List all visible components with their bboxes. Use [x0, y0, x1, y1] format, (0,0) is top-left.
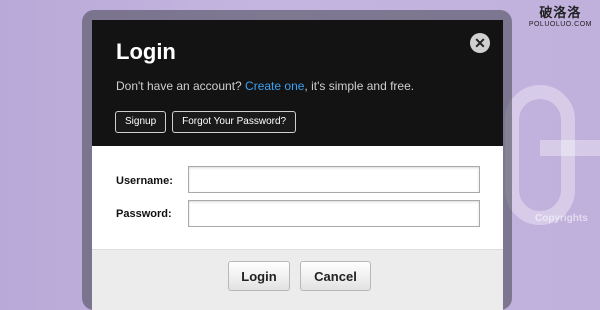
username-input[interactable] — [188, 166, 480, 193]
header-button-group: Signup Forgot Your Password? — [115, 111, 297, 133]
background-bar — [540, 140, 600, 156]
dialog-form: Username: Password: — [92, 146, 503, 249]
create-account-link[interactable]: Create one — [245, 79, 304, 93]
signup-button[interactable]: Signup — [115, 111, 167, 133]
watermark-site-name: 破洛洛 — [539, 5, 582, 20]
subtitle-text-start: Don't have an account? — [116, 79, 246, 93]
dialog-header: Login ✕ Don't have an account? Create on… — [92, 20, 503, 146]
cancel-button[interactable]: Cancel — [300, 261, 371, 291]
footer-button-group: Login Cancel — [228, 261, 371, 291]
forgot-password-button[interactable]: Forgot Your Password? — [172, 111, 297, 133]
dialog-footer: Login Cancel — [92, 249, 503, 310]
password-label: Password: — [116, 208, 172, 220]
username-label: Username: — [116, 175, 173, 187]
dialog-title: Login — [116, 39, 176, 64]
watermark-site-url: POLUOLUO.COM — [528, 21, 592, 28]
login-dialog: Login ✕ Don't have an account? Create on… — [92, 20, 503, 310]
close-icon[interactable]: ✕ — [470, 33, 490, 53]
watermark-logo: 破洛洛 POLUOLUO.COM — [529, 6, 592, 28]
background-text: Copyrights — [535, 213, 588, 224]
subtitle-text-end: , it's simple and free. — [304, 79, 415, 93]
dialog-subtitle: Don't have an account? Create one, it's … — [116, 79, 414, 93]
login-button[interactable]: Login — [228, 261, 290, 291]
password-input[interactable] — [188, 200, 480, 227]
